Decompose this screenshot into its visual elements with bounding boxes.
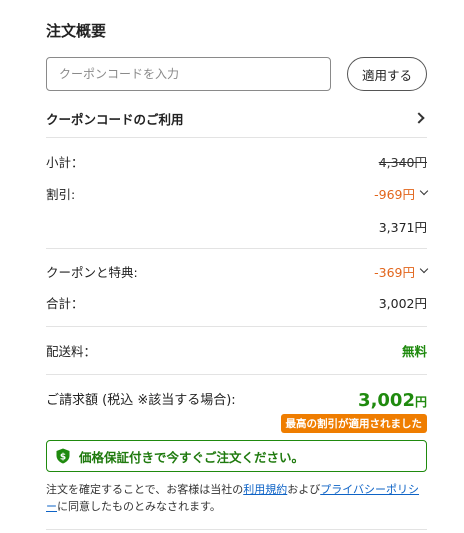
order-summary-title: 注文概要 xyxy=(46,22,107,40)
billing-currency: 円 xyxy=(414,395,427,409)
divider xyxy=(46,137,427,138)
subtotal-value: 4,340円 xyxy=(378,154,427,170)
billing-label: ご請求額 (税込 ※該当する場合): xyxy=(46,393,236,408)
shipping-label: 配送料： xyxy=(46,343,97,359)
shield-dollar-icon: $ xyxy=(56,448,70,464)
after-discount-value: 3,371円 xyxy=(378,219,427,235)
terms-prefix: 注文を確定することで、お客様は当社の xyxy=(46,483,244,496)
billing-amount: 3,002 xyxy=(358,390,415,411)
shipping-row: 配送料： 無料 xyxy=(46,339,427,361)
total-label: 合計： xyxy=(46,295,84,311)
shipping-value: 無料 xyxy=(401,343,427,359)
discount-row: 割引: -969円 xyxy=(46,182,429,204)
subtotal-row: 小計： 4,340円 xyxy=(46,150,427,172)
coupon-code-usage-label: クーポンコードのご利用 xyxy=(46,111,184,127)
divider xyxy=(46,529,427,530)
divider xyxy=(46,248,427,249)
price-guarantee-text: 価格保証付きで今すぐご注文ください。 xyxy=(79,449,305,465)
chevron-down-icon[interactable] xyxy=(419,186,429,196)
terms-notice: 注文を確定することで、お客様は当社の利用規約およびプライバシーポリシーに同意した… xyxy=(46,481,427,515)
svg-text:$: $ xyxy=(60,453,66,463)
coupon-benefit-value: -369円 xyxy=(374,264,415,280)
total-row: 合計： 3,002円 xyxy=(46,291,427,313)
after-discount-row: 3,371円 xyxy=(46,215,427,237)
divider xyxy=(46,374,427,375)
discount-value: -969円 xyxy=(374,186,415,202)
coupon-benefit-value-group[interactable]: -369円 xyxy=(374,262,429,281)
chevron-down-icon[interactable] xyxy=(419,264,429,274)
subtotal-label: 小計： xyxy=(46,154,84,170)
total-value: 3,002円 xyxy=(378,295,427,311)
terms-middle: および xyxy=(287,483,321,496)
terms-of-use-link[interactable]: 利用規約 xyxy=(243,483,287,496)
coupon-benefit-label: クーポンと特典: xyxy=(46,264,138,280)
order-summary-panel: 注文概要 適用する クーポンコードのご利用 小計： 4,340円 割引: -96… xyxy=(46,0,429,533)
billing-amount-group: 3,002円 xyxy=(358,390,427,411)
coupon-benefit-row: クーポンと特典: -369円 xyxy=(46,260,429,282)
best-discount-badge: 最高の割引が適用されました xyxy=(280,414,427,433)
terms-suffix: に同意したものとみなされます。 xyxy=(57,500,221,513)
coupon-code-usage-row[interactable]: クーポンコードのご利用 xyxy=(46,100,427,136)
price-guarantee-banner: $ 価格保証付きで今すぐご注文ください。 xyxy=(46,440,427,472)
coupon-code-input[interactable] xyxy=(46,57,331,91)
divider xyxy=(46,326,427,327)
discount-label: 割引: xyxy=(46,186,76,202)
apply-coupon-button[interactable]: 適用する xyxy=(347,57,427,91)
chevron-right-icon xyxy=(413,112,425,124)
discount-value-group[interactable]: -969円 xyxy=(374,184,429,203)
